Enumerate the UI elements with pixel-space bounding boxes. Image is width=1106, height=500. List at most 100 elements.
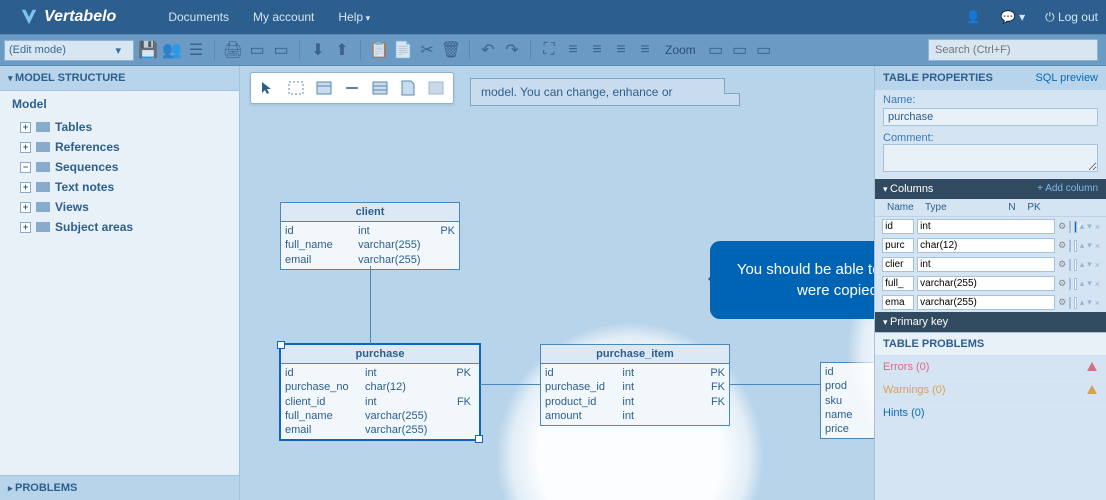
table-icon[interactable] <box>313 77 335 99</box>
gear-icon[interactable]: ⚙ <box>1058 221 1066 233</box>
pointer-icon[interactable] <box>257 77 279 99</box>
col-name-input[interactable] <box>882 257 914 272</box>
pk-checkbox[interactable] <box>1074 221 1076 233</box>
pk-checkbox[interactable] <box>1074 297 1076 309</box>
expand-icon[interactable]: + <box>20 182 31 193</box>
delete-icon[interactable]: 🗑 <box>441 40 461 60</box>
gear-icon[interactable]: ⚙ <box>1058 297 1066 309</box>
user-icon[interactable]: 👤 <box>966 10 981 24</box>
tree-views[interactable]: +Views <box>20 197 239 217</box>
up-icon[interactable]: ▴ <box>1080 278 1085 289</box>
chat-icon[interactable]: 💬 ▾ <box>1001 10 1025 24</box>
col-type-input[interactable] <box>917 238 1055 253</box>
remove-icon[interactable]: × <box>1095 298 1100 308</box>
align-right-icon[interactable]: ≡ <box>611 40 631 60</box>
settings-icon[interactable]: ☰ <box>186 40 206 60</box>
logout-link[interactable]: ⏻ Log out <box>1045 10 1098 25</box>
tree-subjectareas[interactable]: +Subject areas <box>20 217 239 237</box>
align-left-icon[interactable]: ≡ <box>563 40 583 60</box>
col-type-input[interactable] <box>917 295 1055 310</box>
remove-icon[interactable]: × <box>1095 260 1100 270</box>
expand-icon[interactable]: + <box>20 222 31 233</box>
sql-preview-link[interactable]: SQL preview <box>1035 72 1098 84</box>
mode-select[interactable]: (Edit mode) <box>4 40 134 61</box>
col-name-input[interactable] <box>882 295 914 310</box>
remove-icon[interactable]: × <box>1095 279 1100 289</box>
expand-icon[interactable]: + <box>20 202 31 213</box>
paste-icon[interactable]: 📄 <box>393 40 413 60</box>
nav-documents[interactable]: Documents <box>168 10 229 24</box>
primary-key-section-header[interactable]: Primary key <box>875 312 1106 332</box>
zoom-icon[interactable]: ▭ <box>706 40 726 60</box>
columns-section-header[interactable]: Columns + Add column <box>875 179 1106 199</box>
view-mode-1-icon[interactable]: ▭ <box>730 40 750 60</box>
view-icon[interactable] <box>369 77 391 99</box>
align-center-icon[interactable]: ≡ <box>587 40 607 60</box>
remove-icon[interactable]: × <box>1095 222 1100 232</box>
import-icon[interactable]: ⬇ <box>308 40 328 60</box>
print-icon[interactable]: 🖨 <box>223 40 243 60</box>
reference-icon[interactable] <box>341 77 363 99</box>
down-icon[interactable]: ▾ <box>1087 278 1092 289</box>
align-top-icon[interactable]: ≡ <box>635 40 655 60</box>
nullable-checkbox[interactable] <box>1069 297 1071 309</box>
save-icon[interactable]: 💾 <box>138 40 158 60</box>
nullable-checkbox[interactable] <box>1069 221 1071 233</box>
col-name-input[interactable] <box>882 276 914 291</box>
nav-my-account[interactable]: My account <box>253 10 314 24</box>
view-mode-2-icon[interactable]: ▭ <box>754 40 774 60</box>
down-icon[interactable]: ▾ <box>1087 240 1092 251</box>
canvas[interactable]: model. You can change, enhance or client… <box>240 66 874 500</box>
gear-icon[interactable]: ⚙ <box>1058 278 1066 290</box>
table-client[interactable]: client idintPK full_namevarchar(255) ema… <box>280 202 460 270</box>
pk-checkbox[interactable] <box>1074 240 1076 252</box>
up-icon[interactable]: ▴ <box>1080 240 1085 251</box>
col-type-input[interactable] <box>917 257 1055 272</box>
expand-icon[interactable]: + <box>20 122 31 133</box>
errors-row[interactable]: Errors (0) <box>875 355 1106 378</box>
pk-checkbox[interactable] <box>1074 278 1076 290</box>
logo[interactable]: Vertabelo <box>8 8 128 26</box>
copy-icon[interactable]: 📋 <box>369 40 389 60</box>
sql-icon[interactable]: ▭ <box>247 40 267 60</box>
undo-icon[interactable]: ↶ <box>478 40 498 60</box>
table-purchase-item[interactable]: purchase_item idintPK purchase_idintFK p… <box>540 344 730 426</box>
export-icon[interactable]: ⬆ <box>332 40 352 60</box>
warnings-row[interactable]: Warnings (0) <box>875 378 1106 401</box>
tree-references[interactable]: +References <box>20 137 239 157</box>
down-icon[interactable]: ▾ <box>1087 259 1092 270</box>
share-icon[interactable]: 👥 <box>162 40 182 60</box>
col-name-input[interactable] <box>882 238 914 253</box>
tree-tables[interactable]: +Tables <box>20 117 239 137</box>
model-root[interactable]: Model <box>0 91 239 117</box>
nullable-checkbox[interactable] <box>1069 240 1071 252</box>
marquee-icon[interactable] <box>285 77 307 99</box>
tree-textnotes[interactable]: +Text notes <box>20 177 239 197</box>
pk-checkbox[interactable] <box>1074 259 1076 271</box>
down-icon[interactable]: ▾ <box>1087 221 1092 232</box>
add-column-link[interactable]: + Add column <box>1037 183 1098 195</box>
tree-sequences[interactable]: −Sequences <box>20 157 239 177</box>
col-type-input[interactable] <box>917 219 1055 234</box>
remove-icon[interactable]: × <box>1095 241 1100 251</box>
nav-help[interactable]: Help <box>338 10 370 24</box>
redo-icon[interactable]: ↷ <box>502 40 522 60</box>
table-product-stub[interactable]: id prod sku name price <box>820 362 874 439</box>
area-icon[interactable] <box>425 77 447 99</box>
note-icon[interactable] <box>397 77 419 99</box>
gear-icon[interactable]: ⚙ <box>1058 259 1066 271</box>
col-type-input[interactable] <box>917 276 1055 291</box>
col-name-input[interactable] <box>882 219 914 234</box>
cut-icon[interactable]: ✂ <box>417 40 437 60</box>
model-structure-header[interactable]: MODEL STRUCTURE <box>0 66 239 91</box>
fit-icon[interactable]: ⛶ <box>539 40 559 60</box>
expand-icon[interactable]: + <box>20 142 31 153</box>
table-purchase[interactable]: purchase idintPK purchase_nochar(12) cli… <box>280 344 480 440</box>
up-icon[interactable]: ▴ <box>1080 297 1085 308</box>
xml-icon[interactable]: ▭ <box>271 40 291 60</box>
up-icon[interactable]: ▴ <box>1080 259 1085 270</box>
hints-row[interactable]: Hints (0) <box>875 401 1106 424</box>
expand-icon[interactable]: − <box>20 162 31 173</box>
table-comment-input[interactable] <box>883 144 1098 172</box>
gear-icon[interactable]: ⚙ <box>1058 240 1066 252</box>
